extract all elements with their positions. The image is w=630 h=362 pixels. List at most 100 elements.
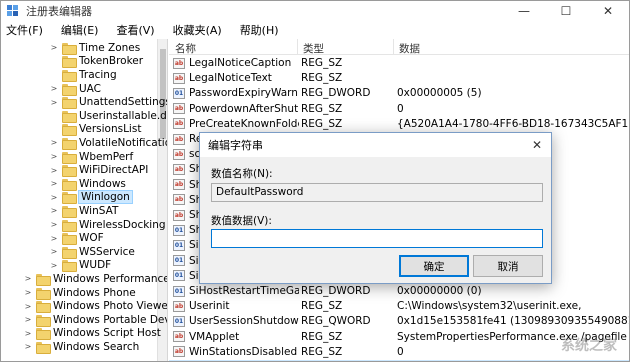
tree-item[interactable]: > Windows Performance (23, 272, 167, 286)
maximize-button[interactable]: ☐ (545, 1, 587, 21)
tree-item[interactable]: > WiFiDirectAPI (49, 163, 148, 178)
tree-item[interactable]: Tracing (49, 68, 117, 82)
column-header-data[interactable]: 数据 (399, 41, 420, 56)
chevron-right-icon[interactable]: > (49, 152, 59, 162)
folder-icon (62, 205, 77, 218)
tree-item[interactable]: TokenBroker (49, 55, 143, 69)
value-row[interactable]: ab WinStationsDisabled REG_SZ 0 (169, 345, 629, 360)
menu-edit[interactable]: 编辑(E) (56, 22, 104, 38)
value-name-label: 数值名称(N): (211, 168, 273, 180)
tree-item[interactable]: > WinSAT (49, 204, 118, 218)
edit-string-dialog: 编辑字符串 ✕ 数值名称(N): DefaultPassword 数值数据(V)… (199, 132, 552, 284)
tree-item-label: WinSAT (79, 204, 119, 217)
tree-item[interactable]: > WbemPerf (49, 150, 133, 164)
chevron-right-icon[interactable]: > (23, 342, 33, 352)
dialog-body: 数值名称(N): DefaultPassword 数值数据(V): 确定 取消 (200, 157, 551, 283)
value-name-text: PasswordExpiryWarning (189, 87, 299, 100)
chevron-right-icon[interactable] (49, 111, 59, 121)
chevron-right-icon[interactable]: > (49, 206, 59, 216)
binary-value-icon: 01 (173, 239, 185, 251)
chevron-right-icon[interactable]: > (49, 165, 59, 175)
chevron-right-icon[interactable]: > (49, 233, 59, 243)
value-row[interactable]: 01 UserSessionShutdown...REG_QWORD 0x1d15e… (169, 314, 629, 329)
tree-item-label: UAC (79, 82, 102, 95)
window-title: 注册表编辑器 (26, 5, 92, 18)
value-row[interactable]: 01 SiHostRestartTimeGap REG_DWORD 0x0000000… (169, 284, 629, 299)
value-name-cell: ab PowerdownAfterShut... (173, 103, 299, 115)
value-row[interactable]: ab LegalNoticeCaption REG_SZ (169, 56, 629, 71)
tree-item[interactable]: > UAC (49, 82, 101, 96)
menu-help[interactable]: 帮助(H) (235, 22, 284, 38)
folder-icon (62, 97, 77, 110)
tree-item[interactable]: > Time Zones (49, 41, 140, 55)
tree-item-label: WUDF (79, 259, 112, 272)
chevron-right-icon[interactable]: > (49, 138, 59, 148)
tree-item[interactable]: > WOF (49, 231, 104, 246)
column-header-name[interactable]: 名称 (175, 41, 196, 56)
registry-tree[interactable]: > Time Zones TokenBroker Tracing > UAC > Unatte… (1, 39, 168, 361)
value-row[interactable]: ab VMApplet REG_SZ SystemPropertiesPerforma… (169, 330, 629, 345)
chevron-right-icon[interactable]: > (23, 274, 33, 284)
ok-button[interactable]: 确定 (399, 255, 469, 277)
value-row[interactable]: ab PowerdownAfterShut... REG_SZ 0 (169, 102, 629, 117)
menu-view[interactable]: 查看(V) (111, 22, 159, 38)
folder-icon (62, 165, 77, 178)
chevron-right-icon[interactable]: > (49, 247, 59, 257)
column-header-type[interactable]: 类型 (303, 41, 324, 56)
value-data-input[interactable] (211, 229, 543, 248)
menu-file[interactable]: 文件(F) (1, 22, 48, 38)
chevron-right-icon[interactable]: > (49, 179, 59, 189)
close-button[interactable]: ✕ (587, 1, 629, 21)
binary-value-icon: 01 (173, 285, 185, 297)
tree-item[interactable]: > WUDF (49, 259, 111, 273)
tree-item[interactable]: > WSService (49, 245, 135, 259)
value-name-text: VMApplet (189, 330, 240, 343)
chevron-right-icon[interactable]: > (49, 260, 59, 270)
folder-icon (62, 69, 77, 82)
value-row[interactable]: ab PreCreateKnownFoldersREG_SZ {A520A1A4-1… (169, 117, 629, 132)
value-type-cell: REG_SZ (301, 57, 343, 69)
tree-item[interactable]: > UnattendSettings (49, 95, 167, 110)
chevron-right-icon[interactable]: > (23, 328, 33, 338)
chevron-right-icon[interactable]: > (49, 84, 59, 94)
chevron-right-icon[interactable]: > (49, 43, 59, 53)
tree-item[interactable]: > Winlogon (49, 190, 133, 205)
chevron-right-icon[interactable]: > (23, 315, 33, 325)
chevron-right-icon[interactable]: > (49, 192, 59, 202)
value-row[interactable]: 01 PasswordExpiryWarningREG_DWORD 0x000000… (169, 86, 629, 101)
chevron-right-icon[interactable]: > (23, 301, 33, 311)
tree-item[interactable]: > Windows Portable Devi (23, 313, 167, 327)
chevron-right-icon[interactable]: > (23, 288, 33, 298)
string-value-icon: ab (173, 194, 185, 206)
tree-scrollbar-thumb[interactable] (160, 49, 166, 139)
cancel-button[interactable]: 取消 (473, 255, 543, 277)
tree-item[interactable]: > WirelessDocking (49, 218, 166, 232)
tree-item[interactable]: > Windows Search (23, 340, 139, 354)
value-type-cell: REG_SZ (301, 72, 343, 85)
dialog-close-icon[interactable]: ✕ (523, 133, 551, 157)
tree-item[interactable]: Userinstallable.driv (49, 109, 167, 123)
binary-value-icon: 01 (173, 224, 185, 236)
minimize-button[interactable]: — (503, 1, 545, 21)
chevron-right-icon[interactable]: > (49, 220, 59, 230)
string-value-icon: ab (173, 118, 185, 130)
tree-item[interactable]: VersionsList (49, 123, 141, 137)
tree-item[interactable]: > VolatileNotificatio (49, 136, 167, 150)
chevron-right-icon[interactable] (49, 70, 59, 80)
tree-item[interactable]: > Windows Script Host (23, 327, 161, 341)
tree-item-label: Windows Photo Viewer (53, 300, 168, 313)
value-row[interactable]: ab LegalNoticeText REG_SZ (169, 71, 629, 86)
tree-item[interactable]: > Windows (49, 177, 126, 191)
chevron-right-icon[interactable] (49, 56, 59, 66)
value-row[interactable]: ab Userinit REG_SZ C:\Windows\system32\user… (169, 299, 629, 314)
value-name-cell: ab WinStationsDisabled (173, 346, 299, 358)
string-value-icon: ab (173, 72, 185, 84)
chevron-right-icon[interactable]: > (49, 97, 59, 107)
tree-item-label: Windows Search (53, 340, 140, 353)
chevron-right-icon[interactable] (49, 124, 59, 134)
folder-icon (62, 124, 77, 137)
value-data-cell: 0x1d15e153581fe41 (130989309355490881) (397, 315, 629, 328)
tree-item[interactable]: > Windows Phone (23, 286, 136, 300)
menu-favorites[interactable]: 收藏夹(A) (168, 22, 227, 38)
tree-item[interactable]: > Windows Photo Viewer (23, 299, 168, 314)
